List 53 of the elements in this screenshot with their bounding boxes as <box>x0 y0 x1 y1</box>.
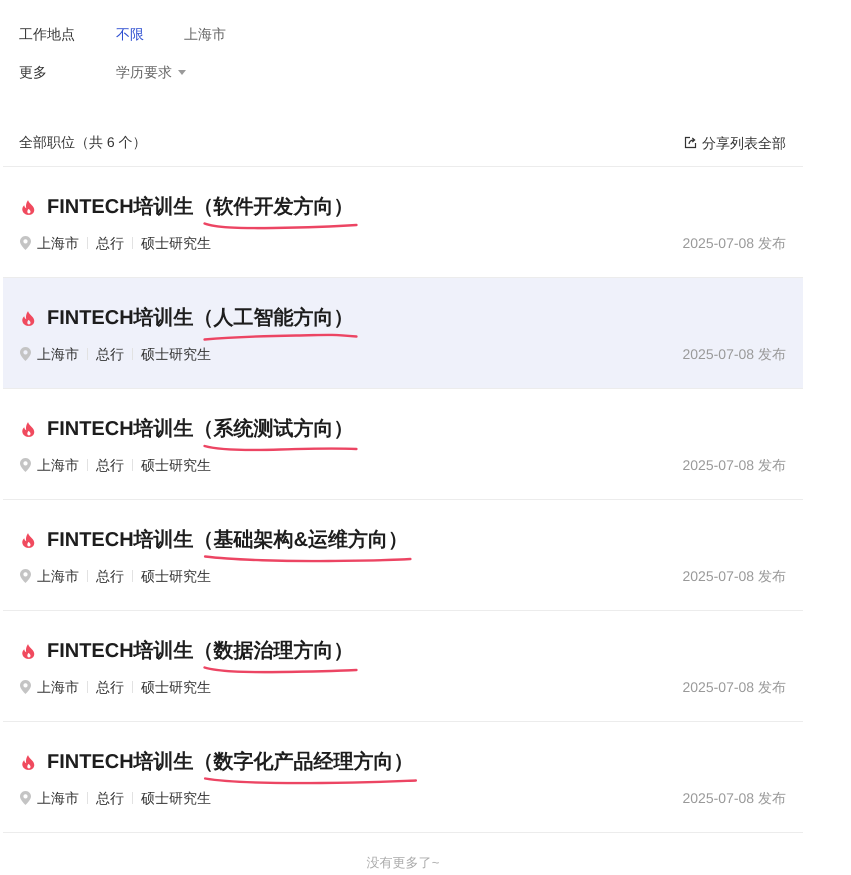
caret-icon <box>178 70 186 74</box>
job-tag: 上海市 <box>37 677 79 697</box>
location-pin-icon <box>20 791 31 805</box>
job-direction: （软件开发方向） <box>194 194 354 220</box>
job-card[interactable]: FINTECH培训生（人工智能方向） 上海市 总行 硕士研究生 2025-07-08 发布 <box>3 278 803 389</box>
location-pin-icon <box>20 347 31 361</box>
job-title: FINTECH培训生 <box>47 306 194 331</box>
job-tag: 硕士研究生 <box>141 788 211 808</box>
job-tag: 硕士研究生 <box>141 566 211 586</box>
job-direction: （系统测试方向） <box>194 416 354 442</box>
filter-label: 工作地点 <box>19 25 76 44</box>
job-tag: 上海市 <box>37 455 79 475</box>
publish-date: 2025-07-08 发布 <box>682 678 786 697</box>
job-title: FINTECH培训生 <box>47 638 194 664</box>
job-tag: 上海市 <box>37 233 79 253</box>
job-title: FINTECH培训生 <box>47 528 194 553</box>
job-tag: 上海市 <box>37 344 79 364</box>
job-tag: 上海市 <box>37 788 79 808</box>
job-tag: 上海市 <box>37 566 79 586</box>
job-tag: 总行 <box>96 566 124 586</box>
dropdown-button[interactable]: 学历要求 <box>116 62 186 82</box>
job-tag: 硕士研究生 <box>141 344 211 364</box>
job-tag: 总行 <box>96 344 124 364</box>
job-tag: 总行 <box>96 233 124 253</box>
publish-date: 2025-07-08 发布 <box>682 234 786 253</box>
job-title: FINTECH培训生 <box>47 750 194 775</box>
filter-option[interactable]: 上海市 <box>184 24 226 44</box>
publish-date: 2025-07-08 发布 <box>682 456 786 475</box>
publish-date: 2025-07-08 发布 <box>682 345 786 364</box>
location-pin-icon <box>20 680 31 694</box>
location-pin-icon <box>20 569 31 583</box>
publish-date: 2025-07-08 发布 <box>682 789 786 808</box>
publish-date: 2025-07-08 发布 <box>682 567 786 586</box>
job-tag: 总行 <box>96 455 124 475</box>
filter-label: 更多 <box>19 63 48 82</box>
job-tag: 硕士研究生 <box>141 455 211 475</box>
job-direction: （数字化产品经理方向） <box>194 750 414 775</box>
job-tag: 硕士研究生 <box>141 677 211 697</box>
job-tag: 总行 <box>96 788 124 808</box>
end-of-list-text: 没有更多了~ <box>366 854 440 872</box>
location-pin-icon <box>20 236 31 250</box>
share-icon <box>684 136 697 149</box>
job-direction: （基础架构&运维方向） <box>194 528 408 553</box>
share-link[interactable]: 分享列表全部 <box>684 132 786 152</box>
job-title: FINTECH培训生 <box>47 416 194 442</box>
job-title: FINTECH培训生 <box>47 194 194 220</box>
job-direction: （数据治理方向） <box>194 638 354 664</box>
filter-option[interactable]: 不限 <box>116 24 144 44</box>
list-title: 全部职位（共 6 个） <box>19 134 147 152</box>
job-direction: （人工智能方向） <box>194 306 354 331</box>
job-tag: 总行 <box>96 677 124 697</box>
location-pin-icon <box>20 458 31 472</box>
job-tag: 硕士研究生 <box>141 233 211 253</box>
